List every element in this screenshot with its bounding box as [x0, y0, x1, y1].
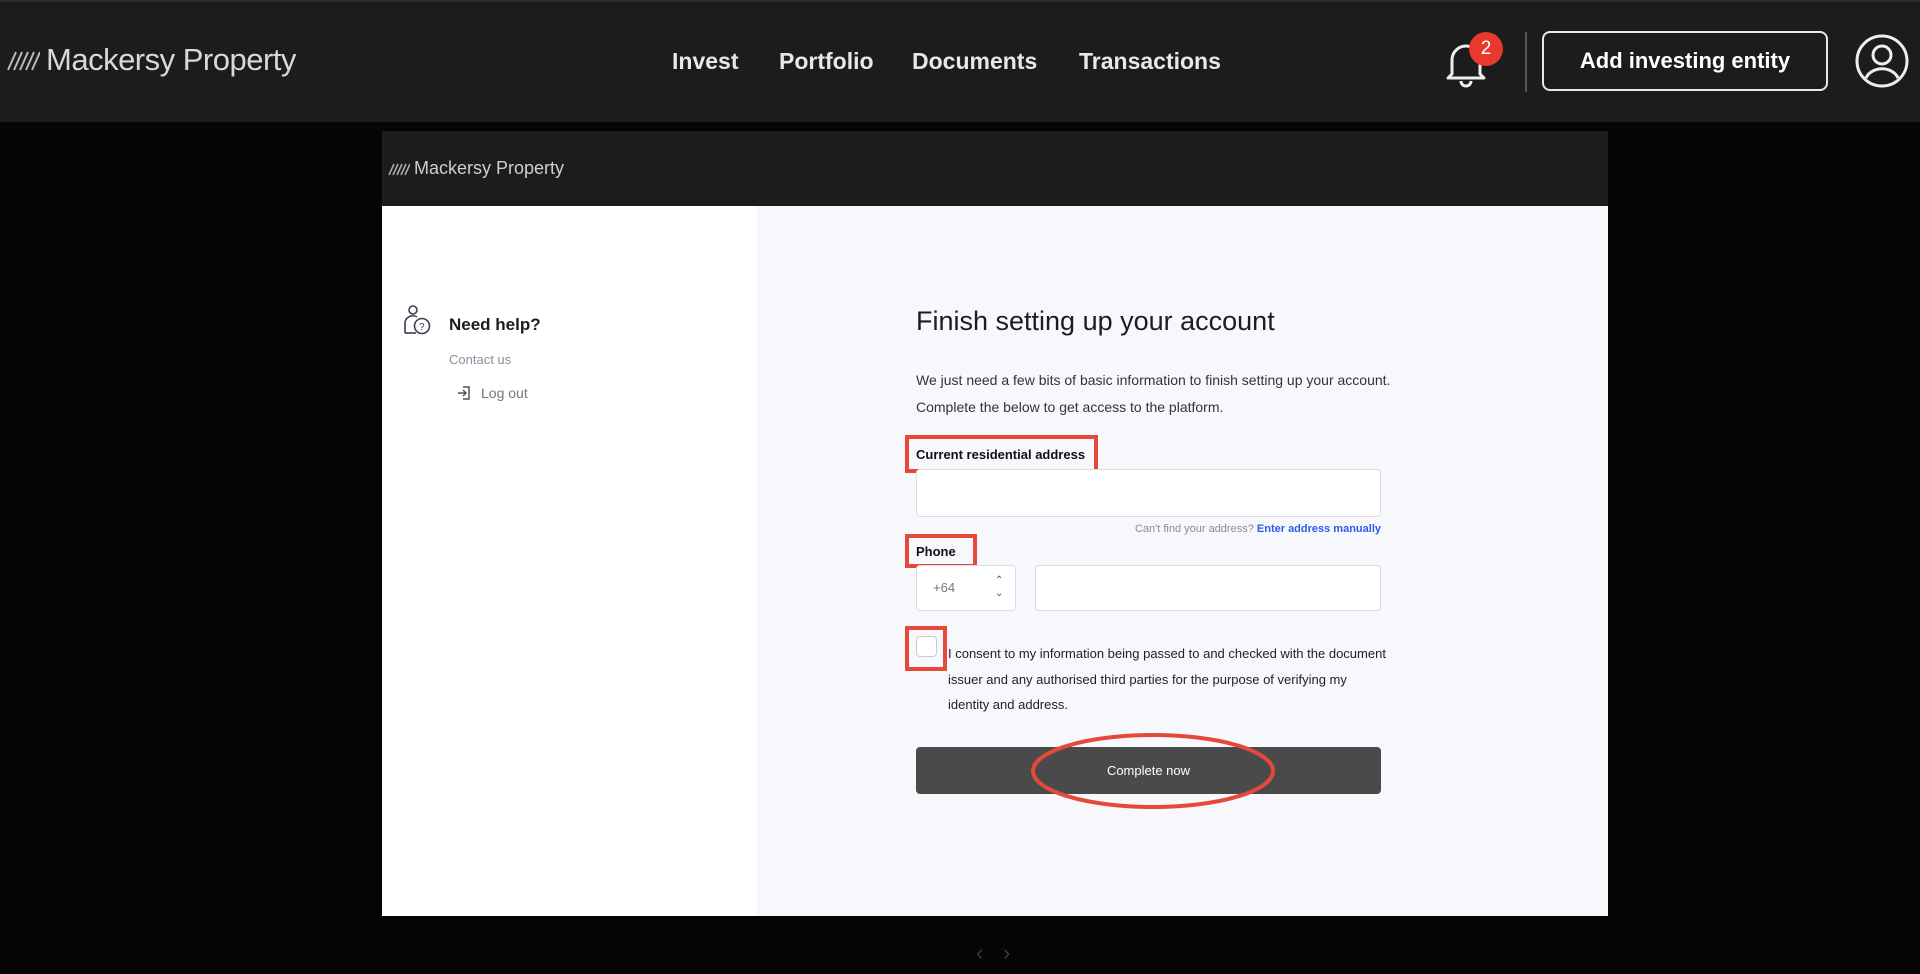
embedded-brand-name: Mackersy Property	[414, 158, 565, 178]
next-chevron-icon[interactable]: ›	[1003, 940, 1010, 966]
brand-name: Mackersy Property	[46, 42, 296, 77]
help-person-icon: ?	[404, 305, 431, 335]
help-sidebar	[382, 206, 757, 916]
notification-badge: 2	[1469, 32, 1503, 66]
form-title: Finish setting up your account	[916, 306, 1275, 336]
embedded-screenshot: Mackersy Property ? Need help? Contact u…	[382, 131, 1608, 916]
logo-stripes-icon	[388, 163, 410, 175]
add-investing-entity-button[interactable]: Add investing entity	[1542, 31, 1828, 91]
profile-button[interactable]	[1854, 33, 1910, 94]
nav-documents[interactable]: Documents	[912, 48, 1037, 75]
need-help-heading: Need help?	[449, 315, 541, 334]
brand-logo[interactable]: Mackersy Property	[6, 42, 296, 78]
embedded-logo: Mackersy Property	[388, 158, 564, 179]
address-hint-text: Can't find your address?	[1134, 523, 1254, 535]
address-input[interactable]	[916, 469, 1381, 517]
nav-transactions[interactable]: Transactions	[1079, 48, 1221, 75]
nav-invest[interactable]: Invest	[672, 48, 738, 75]
svg-text:?: ?	[419, 322, 425, 333]
user-avatar-icon	[1855, 34, 1909, 88]
enter-address-manually-link[interactable]: Enter address manually	[1257, 523, 1381, 535]
top-navigation: Mackersy Property Invest Portfolio Docum…	[0, 0, 1920, 122]
highlight-ellipse	[1031, 733, 1275, 809]
logo-stripes-icon	[7, 51, 40, 71]
consent-text: I consent to my information being passed…	[948, 646, 1386, 712]
phone-input[interactable]	[1035, 565, 1381, 611]
embedded-header: Mackersy Property	[382, 131, 1608, 206]
logout-link[interactable]: Log out	[457, 385, 528, 401]
phone-label: Phone	[916, 544, 956, 559]
address-hint: Can't find your address? Enter address m…	[916, 523, 1381, 535]
logout-label: Log out	[481, 385, 528, 401]
nav-portfolio[interactable]: Portfolio	[779, 48, 874, 75]
contact-us-link[interactable]: Contact us	[449, 352, 511, 367]
country-code-select[interactable]: +64 ⌃ ⌄	[916, 565, 1016, 611]
address-label: Current residential address	[916, 447, 1086, 462]
previous-chevron-icon[interactable]: ‹	[976, 940, 983, 966]
form-intro: We just need a few bits of basic informa…	[916, 372, 1391, 415]
logout-icon	[458, 386, 470, 400]
country-code-value: +64	[933, 580, 956, 595]
consent-checkbox[interactable]	[916, 636, 937, 657]
up-down-chevron-icon: ⌃ ⌄	[995, 575, 1004, 599]
nav-divider	[1525, 32, 1527, 92]
